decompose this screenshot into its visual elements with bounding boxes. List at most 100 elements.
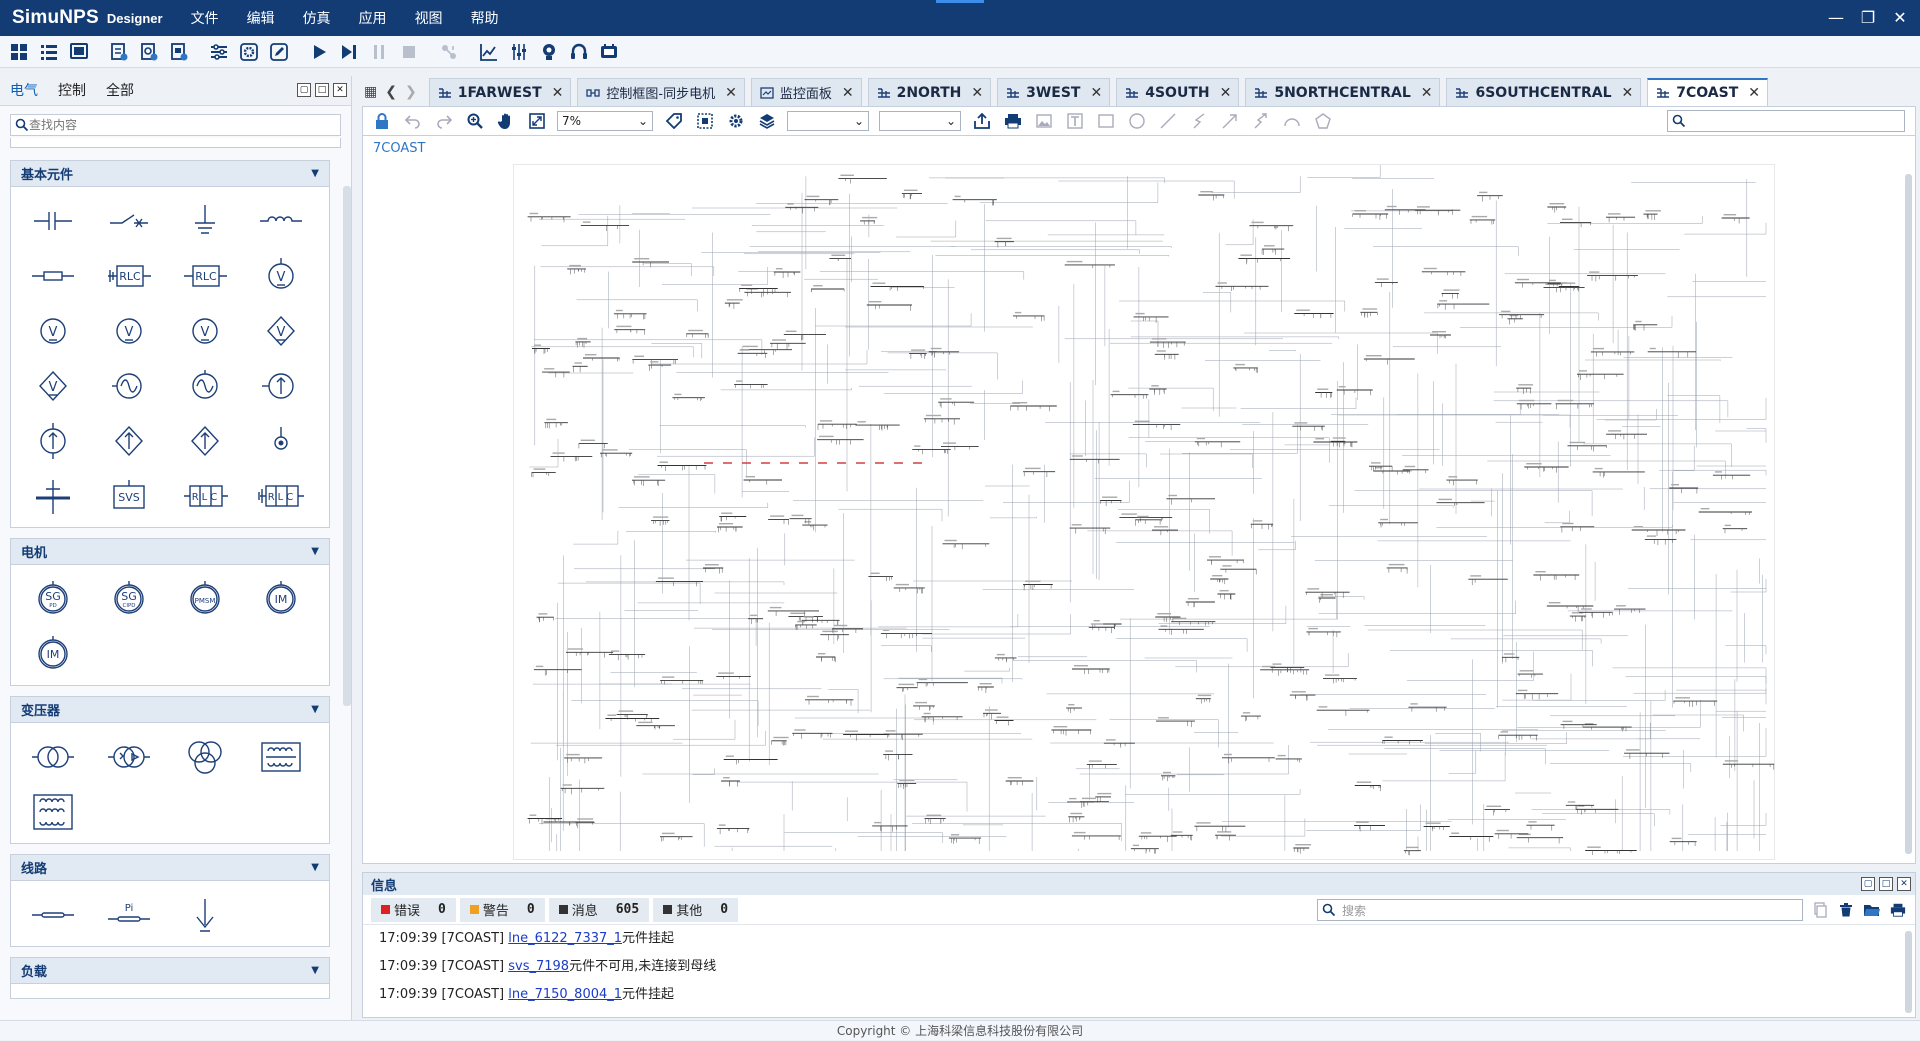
svs-icon[interactable]: SVS bbox=[91, 468, 167, 523]
doc-tab-5northcentral[interactable]: 5NORTHCENTRAL ✕ bbox=[1245, 78, 1441, 106]
category-header[interactable]: 负载 ▼ bbox=[11, 958, 329, 984]
connect-icon[interactable] bbox=[436, 39, 462, 65]
transformer-core-3w-icon[interactable] bbox=[15, 784, 91, 839]
rlc-three-phase-grounded-icon[interactable]: RLC bbox=[243, 468, 319, 523]
transformer-3w-icon[interactable] bbox=[167, 729, 243, 784]
maximize-panel-icon[interactable]: □ bbox=[315, 83, 329, 97]
config-icon[interactable] bbox=[206, 39, 232, 65]
power-system-diagram[interactable] bbox=[513, 164, 1775, 860]
breadcrumb-item[interactable]: 7COAST bbox=[373, 141, 425, 156]
delete-icon[interactable] bbox=[1837, 901, 1855, 919]
arrow-tool-icon[interactable] bbox=[1219, 110, 1241, 132]
menu-item-0[interactable]: 文件 bbox=[191, 8, 219, 28]
export-icon[interactable] bbox=[971, 110, 993, 132]
close-tab-icon[interactable]: ✕ bbox=[842, 85, 854, 101]
chart-icon[interactable] bbox=[476, 39, 502, 65]
doc-tab-控制框图-同步电机[interactable]: 控制框图-同步电机 ✕ bbox=[577, 78, 745, 106]
text-box-icon[interactable] bbox=[1064, 110, 1086, 132]
polyline-arrow-icon[interactable] bbox=[1250, 110, 1272, 132]
new-control-icon[interactable] bbox=[136, 39, 162, 65]
polygon-icon[interactable] bbox=[1312, 110, 1334, 132]
pi-line-icon[interactable]: Pi bbox=[91, 887, 167, 942]
tab-prev-icon[interactable]: ❮ bbox=[385, 84, 397, 100]
controlled-current-source-2-icon[interactable] bbox=[167, 413, 243, 468]
menu-item-4[interactable]: 视图 bbox=[415, 8, 443, 28]
im-icon[interactable]: IM bbox=[243, 571, 319, 626]
redo-icon[interactable] bbox=[433, 110, 455, 132]
tag-icon[interactable] bbox=[663, 110, 685, 132]
close-panel-icon[interactable]: ✕ bbox=[333, 83, 347, 97]
filter-2[interactable]: 消息 605 bbox=[548, 897, 650, 922]
menu-item-1[interactable]: 编辑 bbox=[247, 8, 275, 28]
menu-item-2[interactable]: 仿真 bbox=[303, 8, 331, 28]
voltage-source-3-icon[interactable]: V bbox=[167, 303, 243, 358]
polyline-icon[interactable] bbox=[1188, 110, 1210, 132]
menu-item-5[interactable]: 帮助 bbox=[471, 8, 499, 28]
transformer-2w-yd-icon[interactable] bbox=[91, 729, 167, 784]
zoom-icon[interactable] bbox=[464, 110, 486, 132]
doc-tab-1farwest[interactable]: 1FARWEST ✕ bbox=[428, 78, 572, 106]
controlled-voltage-source-icon[interactable]: V bbox=[243, 303, 319, 358]
style-select-1[interactable]: ⌄ bbox=[787, 111, 869, 131]
rlc-branch-grounded-icon[interactable]: RLC bbox=[91, 248, 167, 303]
category-header[interactable]: 变压器 ▼ bbox=[11, 697, 329, 723]
float-panel-icon[interactable]: ▢ bbox=[297, 83, 311, 97]
close-tab-icon[interactable]: ✕ bbox=[1748, 85, 1760, 101]
voltage-source-2-icon[interactable]: V bbox=[91, 303, 167, 358]
new-model-icon[interactable] bbox=[106, 39, 132, 65]
voltage-source-grounded-icon[interactable]: V bbox=[243, 248, 319, 303]
rlc-branch-icon[interactable]: RLC bbox=[167, 248, 243, 303]
pmsm-icon[interactable]: PMSM bbox=[167, 571, 243, 626]
restore-icon[interactable]: ❐ bbox=[1854, 6, 1882, 28]
current-source-icon[interactable] bbox=[243, 358, 319, 413]
settings-gear-icon[interactable] bbox=[236, 39, 262, 65]
log-component-link[interactable]: svs_7198 bbox=[508, 959, 569, 974]
select-area-icon[interactable] bbox=[694, 110, 716, 132]
copy-icon[interactable] bbox=[1811, 901, 1829, 919]
canvas-scrollbar[interactable] bbox=[1905, 174, 1912, 854]
close-tab-icon[interactable]: ✕ bbox=[725, 85, 737, 101]
print-icon[interactable] bbox=[1889, 901, 1907, 919]
list-icon[interactable] bbox=[36, 39, 62, 65]
ellipse-icon[interactable] bbox=[1126, 110, 1148, 132]
float-panel-icon[interactable]: ▢ bbox=[1861, 877, 1875, 891]
library-tab-2[interactable]: 全部 bbox=[96, 76, 144, 106]
maximize-panel-icon[interactable]: □ bbox=[1879, 877, 1893, 891]
category-header[interactable]: 电机 ▼ bbox=[11, 539, 329, 565]
image-icon[interactable] bbox=[1033, 110, 1055, 132]
category-header[interactable]: 线路 ▼ bbox=[11, 855, 329, 881]
library-tab-0[interactable]: 电气 bbox=[0, 76, 48, 106]
minimize-icon[interactable]: — bbox=[1822, 6, 1850, 28]
tab-next-icon[interactable]: ❯ bbox=[405, 84, 417, 100]
arc-icon[interactable] bbox=[1281, 110, 1303, 132]
library-tab-1[interactable]: 控制 bbox=[48, 76, 96, 106]
message-scrollbar[interactable] bbox=[1905, 931, 1912, 1013]
device-icon[interactable] bbox=[596, 39, 622, 65]
close-tab-icon[interactable]: ✕ bbox=[1421, 85, 1433, 101]
rlc-three-phase-icon[interactable]: RLC bbox=[167, 468, 243, 523]
close-icon[interactable]: ✕ bbox=[1886, 6, 1914, 28]
log-component-link[interactable]: lne_7150_8004_1 bbox=[508, 987, 622, 1002]
close-tab-icon[interactable]: ✕ bbox=[1622, 85, 1634, 101]
sg-pd-icon[interactable]: SG PD bbox=[15, 571, 91, 626]
line-tool-icon[interactable] bbox=[1157, 110, 1179, 132]
doc-tab-6southcentral[interactable]: 6SOUTHCENTRAL ✕ bbox=[1446, 78, 1642, 106]
capacitor-icon[interactable] bbox=[15, 193, 91, 248]
menu-item-3[interactable]: 应用 bbox=[359, 8, 387, 28]
library-scrollbar[interactable] bbox=[343, 186, 351, 706]
category-header[interactable]: 基本元件 ▼ bbox=[11, 161, 329, 187]
zoom-select[interactable]: 7% ⌄ bbox=[557, 111, 653, 131]
line-icon[interactable] bbox=[15, 887, 91, 942]
voltage-source-icon[interactable]: V bbox=[15, 303, 91, 358]
doc-tab-4south[interactable]: 4SOUTH ✕ bbox=[1116, 78, 1240, 106]
busbar-icon[interactable] bbox=[15, 468, 91, 523]
resistor-icon[interactable] bbox=[15, 248, 91, 303]
headset-icon[interactable] bbox=[566, 39, 592, 65]
line-ground-icon[interactable] bbox=[167, 887, 243, 942]
message-search-box[interactable]: 搜索 bbox=[1317, 899, 1803, 921]
library-search-input[interactable] bbox=[29, 118, 319, 132]
doc-tab-监控面板[interactable]: 监控面板 ✕ bbox=[750, 78, 862, 106]
undo-icon[interactable] bbox=[402, 110, 424, 132]
fit-view-icon[interactable] bbox=[526, 110, 548, 132]
sliders-icon[interactable] bbox=[506, 39, 532, 65]
